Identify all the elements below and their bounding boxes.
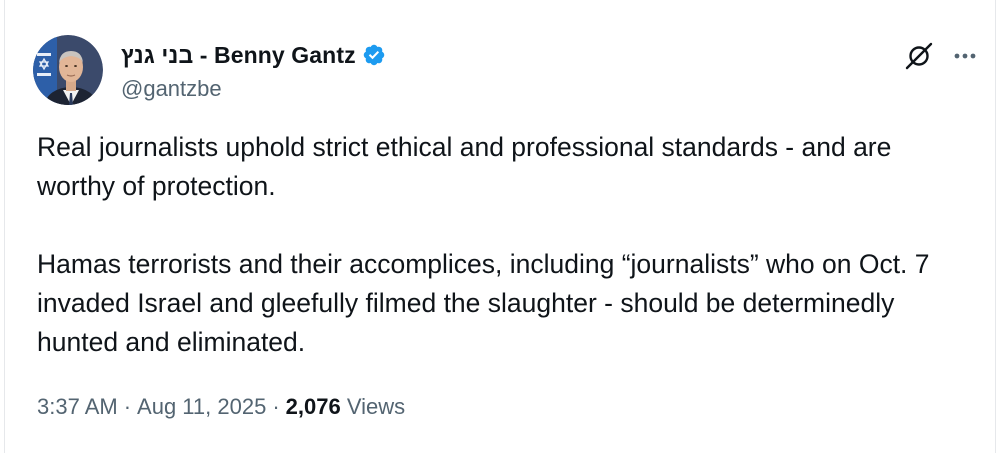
tweet-date[interactable]: Aug 11, 2025 bbox=[137, 394, 266, 419]
grok-icon[interactable] bbox=[903, 40, 935, 72]
author-handle[interactable]: @gantzbe bbox=[121, 76, 222, 102]
meta-separator: · bbox=[272, 394, 280, 419]
profile-photo-icon bbox=[33, 35, 103, 105]
views-label[interactable]: Views bbox=[347, 394, 405, 419]
verified-badge-icon[interactable] bbox=[362, 43, 386, 67]
tweet-paragraph: Real journalists uphold strict ethical a… bbox=[37, 132, 892, 201]
display-name[interactable]: בני גנץ - Benny Gantz bbox=[121, 42, 356, 69]
tweet-card: בני גנץ - Benny Gantz @gantzbe Real jour… bbox=[4, 0, 996, 453]
tweet-meta: 3:37 AM · Aug 11, 2025 · 2,076 Views bbox=[37, 394, 405, 420]
meta-separator: · bbox=[123, 394, 132, 419]
tweet-paragraph: Hamas terrorists and their accomplices, … bbox=[37, 249, 930, 357]
author-name-row[interactable]: בני גנץ - Benny Gantz bbox=[121, 40, 386, 70]
more-options-icon[interactable] bbox=[949, 40, 981, 72]
tweet-text: Real journalists uphold strict ethical a… bbox=[37, 128, 967, 362]
views-count[interactable]: 2,076 bbox=[286, 394, 341, 419]
avatar[interactable] bbox=[33, 35, 103, 105]
tweet-time[interactable]: 3:37 AM bbox=[37, 394, 118, 419]
